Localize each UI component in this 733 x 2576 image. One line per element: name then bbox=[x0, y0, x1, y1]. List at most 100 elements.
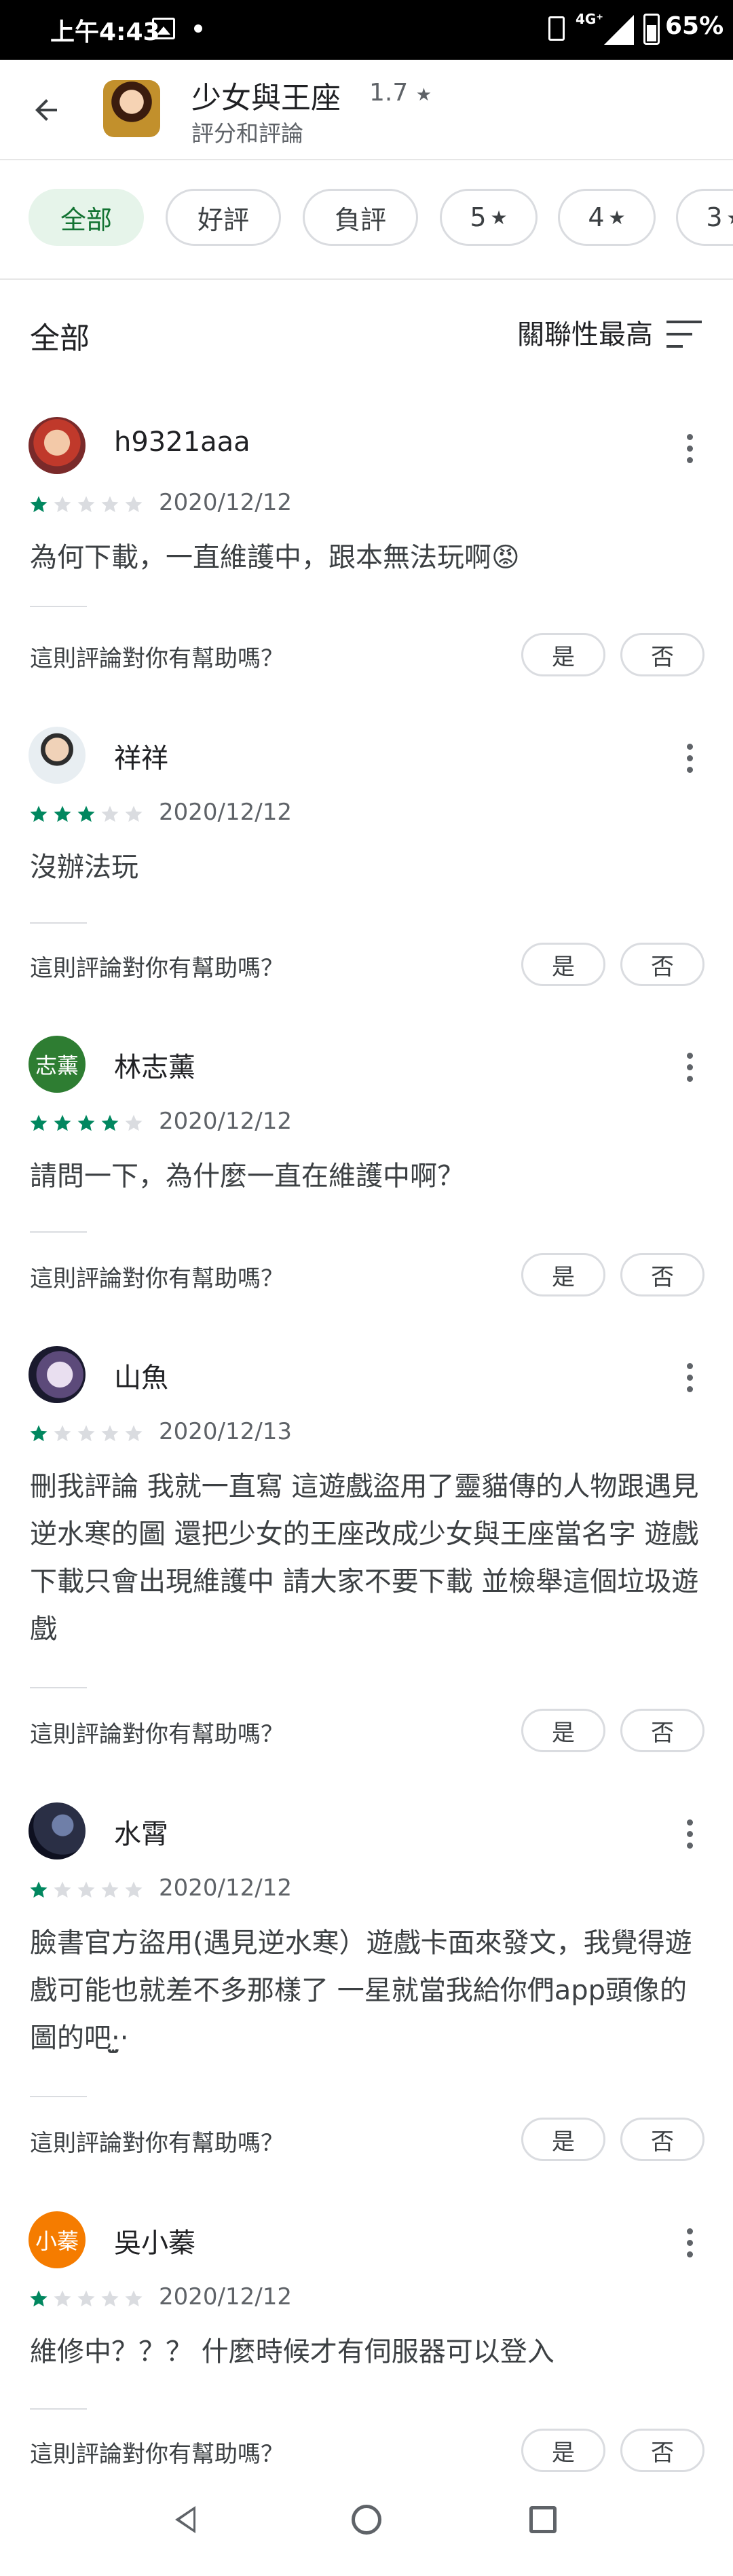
star-filled-icon bbox=[54, 1114, 71, 1131]
star-filled-icon bbox=[101, 1114, 119, 1131]
helpful-question: 這則評論對你有幫助嗎？ bbox=[30, 645, 284, 672]
helpful-no-button[interactable]: 否 bbox=[620, 2429, 704, 2472]
star-empty-icon bbox=[125, 1881, 143, 1898]
review-date: 2020/12/13 bbox=[159, 1418, 292, 1445]
section-title: 全部 bbox=[30, 321, 90, 356]
review-date: 2020/12/12 bbox=[159, 489, 292, 516]
more-options-button[interactable] bbox=[675, 428, 704, 469]
filter-chip-negative[interactable]: 負評 bbox=[303, 189, 418, 246]
more-options-button[interactable] bbox=[675, 2222, 704, 2263]
app-icon bbox=[103, 80, 160, 137]
sort-icon[interactable] bbox=[666, 321, 702, 348]
battery-icon bbox=[643, 14, 660, 45]
star-empty-icon bbox=[101, 2290, 119, 2307]
filter-chip-all[interactable]: 全部 bbox=[29, 189, 144, 246]
star-filled-icon bbox=[54, 805, 71, 822]
helpful-yes-button[interactable]: 是 bbox=[521, 633, 605, 676]
filter-chip-4-star[interactable]: 4 ★ bbox=[558, 189, 656, 246]
vibrate-icon bbox=[548, 16, 565, 41]
review-author: 祥祥 bbox=[114, 743, 168, 774]
image-notification-icon bbox=[152, 18, 175, 39]
review-date: 2020/12/12 bbox=[159, 1108, 292, 1135]
status-bar: 上午4:43 4G⁺ 65% bbox=[0, 0, 733, 60]
notification-dot-icon bbox=[194, 24, 202, 33]
helpful-yes-button[interactable]: 是 bbox=[521, 2429, 605, 2472]
helpful-no-button[interactable]: 否 bbox=[620, 1253, 704, 1296]
star-empty-icon bbox=[54, 496, 71, 513]
star-filled-icon bbox=[30, 496, 48, 513]
app-title: 少女與王座 bbox=[191, 81, 341, 115]
filter-chip-positive[interactable]: 好評 bbox=[166, 189, 281, 246]
helpful-no-button[interactable]: 否 bbox=[620, 633, 704, 676]
more-options-button[interactable] bbox=[675, 1357, 704, 1398]
chip-label: 全部 bbox=[60, 204, 112, 235]
app-rating: 1.7 ★ bbox=[369, 79, 432, 107]
star-empty-icon bbox=[125, 496, 143, 513]
review-text: 刪我評論 我就一直寫 這遊戲盜用了靈貓傳的人物跟遇見逆水寒的圖 還把少女的王座改… bbox=[30, 1471, 699, 1645]
helpful-yes-button[interactable]: 是 bbox=[521, 1253, 605, 1296]
star-filled-icon bbox=[77, 805, 95, 822]
avatar bbox=[29, 727, 86, 784]
star-empty-icon bbox=[101, 1881, 119, 1898]
helpful-yes-button[interactable]: 是 bbox=[521, 943, 605, 986]
avatar-initials: 志薰 bbox=[35, 1053, 79, 1078]
chip-label: 負評 bbox=[334, 204, 386, 235]
star-icon: ★ bbox=[415, 85, 432, 105]
star-empty-icon bbox=[54, 1425, 71, 1442]
nav-back-button[interactable] bbox=[175, 2506, 195, 2533]
more-options-button[interactable] bbox=[675, 1813, 704, 1854]
rating-value: 1.7 bbox=[369, 79, 409, 107]
network-type: 4G⁺ bbox=[576, 11, 603, 27]
more-options-button[interactable] bbox=[675, 1047, 704, 1087]
helpful-yes-button[interactable]: 是 bbox=[521, 1709, 605, 1752]
sort-header: 全部 關聯性最高 bbox=[0, 280, 733, 388]
star-rating bbox=[29, 2289, 147, 2309]
star-empty-icon bbox=[54, 2290, 71, 2307]
system-nav-bar bbox=[0, 2479, 733, 2576]
chip-label: 3 bbox=[706, 202, 723, 232]
filter-chip-5-star[interactable]: 5 ★ bbox=[440, 189, 538, 246]
avatar-initials: 小蓁 bbox=[35, 2228, 79, 2254]
star-filled-icon bbox=[77, 1114, 95, 1131]
review-text: 為何下載，一直維護中，跟本無法玩啊😡 bbox=[30, 542, 520, 573]
filter-chip-3-star[interactable]: 3★ bbox=[676, 189, 733, 246]
signal-icon bbox=[604, 15, 634, 45]
star-empty-icon bbox=[77, 1881, 95, 1898]
avatar: 小蓁 bbox=[29, 2211, 86, 2268]
helpful-question: 這則評論對你有幫助嗎？ bbox=[30, 955, 284, 982]
nav-recents-button[interactable] bbox=[529, 2506, 557, 2533]
star-filled-icon bbox=[30, 1425, 48, 1442]
star-empty-icon bbox=[77, 2290, 95, 2307]
filter-chips: 全部 好評 負評 5★ 4★ 3★ bbox=[0, 160, 733, 280]
review-author: 山魚 bbox=[114, 1362, 168, 1394]
sort-button[interactable]: 關聯性最高 bbox=[517, 312, 653, 352]
helpful-no-button[interactable]: 否 bbox=[620, 1709, 704, 1752]
star-icon: ★ bbox=[608, 206, 626, 229]
more-options-button[interactable] bbox=[675, 738, 704, 778]
chip-label: 4 bbox=[588, 202, 605, 232]
avatar: 志薰 bbox=[29, 1036, 86, 1093]
nav-home-button[interactable] bbox=[352, 2505, 381, 2535]
helpful-no-button[interactable]: 否 bbox=[620, 2118, 704, 2161]
star-rating bbox=[29, 1113, 147, 1133]
divider bbox=[30, 606, 87, 607]
helpful-yes-button[interactable]: 是 bbox=[521, 2118, 605, 2161]
back-button[interactable] bbox=[23, 87, 69, 133]
avatar bbox=[29, 417, 86, 474]
star-filled-icon bbox=[30, 2290, 48, 2307]
star-empty-icon bbox=[125, 2290, 143, 2307]
star-empty-icon bbox=[101, 1425, 119, 1442]
review-author: 水霄 bbox=[114, 1819, 168, 1850]
avatar bbox=[29, 1802, 86, 1860]
star-filled-icon bbox=[30, 1881, 48, 1898]
review-author: 林志薰 bbox=[114, 1052, 195, 1083]
star-icon: ★ bbox=[490, 206, 508, 229]
helpful-question: 這則評論對你有幫助嗎？ bbox=[30, 2441, 284, 2468]
star-empty-icon bbox=[54, 1881, 71, 1898]
review-date: 2020/12/12 bbox=[159, 799, 292, 826]
helpful-no-button[interactable]: 否 bbox=[620, 943, 704, 986]
review-text: 請問一下，為什麼一直在維護中啊？ bbox=[30, 1161, 464, 1192]
star-empty-icon bbox=[125, 1114, 143, 1131]
arrow-back-icon bbox=[35, 99, 57, 121]
page-subtitle: 評分和評論 bbox=[191, 120, 303, 147]
